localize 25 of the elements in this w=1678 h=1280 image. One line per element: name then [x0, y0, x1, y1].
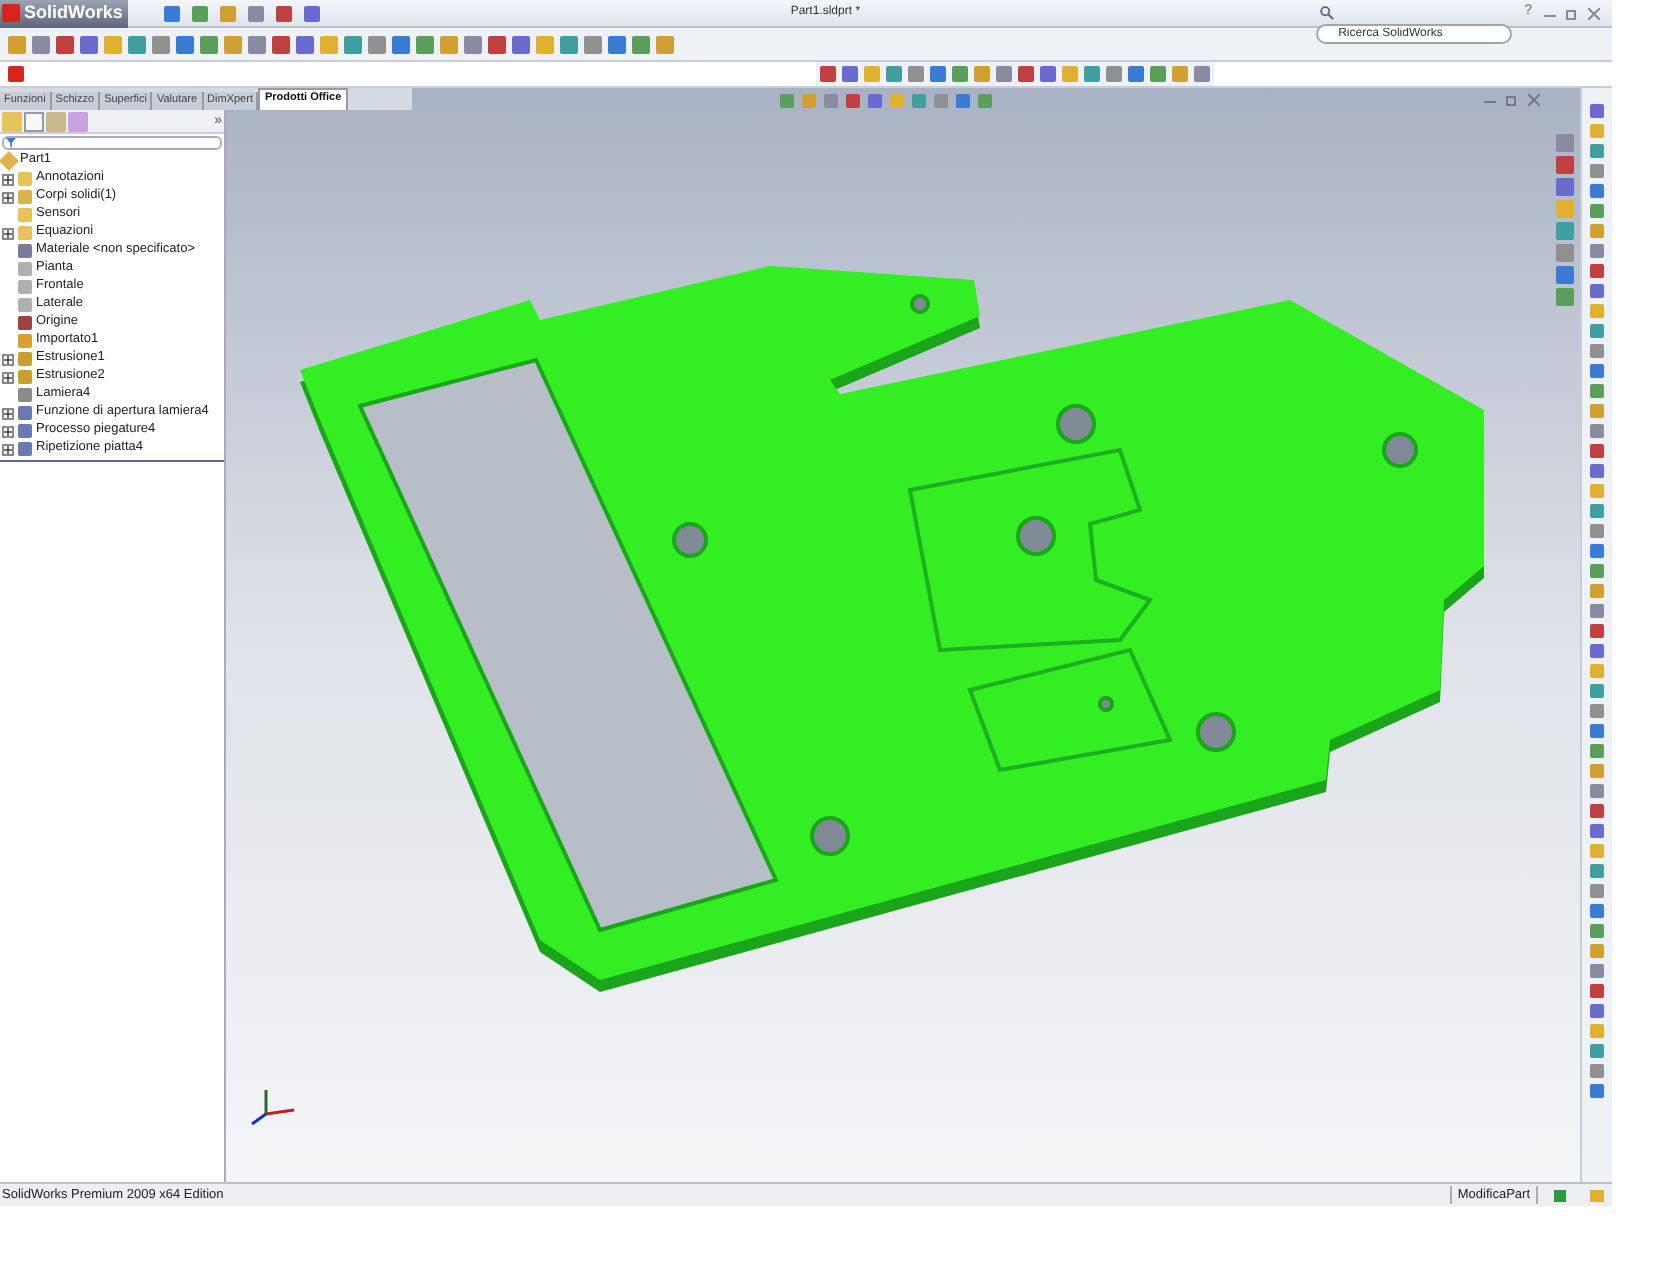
- properties-tab-icon[interactable]: [24, 111, 44, 131]
- dimxpert-tab-icon[interactable]: [68, 111, 88, 131]
- axis-triad-icon: [251, 1090, 295, 1126]
- expand-toggle-icon[interactable]: [2, 191, 14, 203]
- expand-toggle-icon[interactable]: [2, 407, 14, 419]
- app-menu-icon[interactable]: [8, 66, 24, 82]
- restore-icon[interactable]: [1506, 94, 1518, 106]
- expand-toggle-icon[interactable]: [2, 371, 14, 383]
- expand-toggle-icon[interactable]: [2, 227, 14, 239]
- status-icon: [1554, 1189, 1566, 1201]
- search-icon: [1320, 6, 1335, 20]
- close-icon[interactable]: [1588, 7, 1600, 19]
- close-icon[interactable]: [1528, 94, 1540, 106]
- expand-toggle-icon[interactable]: [2, 173, 14, 185]
- part-icon: [0, 151, 19, 171]
- filter-field[interactable]: [2, 136, 222, 150]
- config-tab-icon[interactable]: [46, 111, 66, 131]
- logo-icon: [2, 4, 20, 22]
- expand-toggle-icon[interactable]: [2, 353, 14, 365]
- tree-tab-icon[interactable]: [2, 111, 22, 131]
- expand-toggle-icon[interactable]: [2, 443, 14, 455]
- status-icon: [1590, 1189, 1604, 1201]
- expand-toggle-icon[interactable]: [2, 425, 14, 437]
- restore-icon[interactable]: [1566, 7, 1578, 19]
- app-logo[interactable]: SolidWorks: [0, 0, 129, 27]
